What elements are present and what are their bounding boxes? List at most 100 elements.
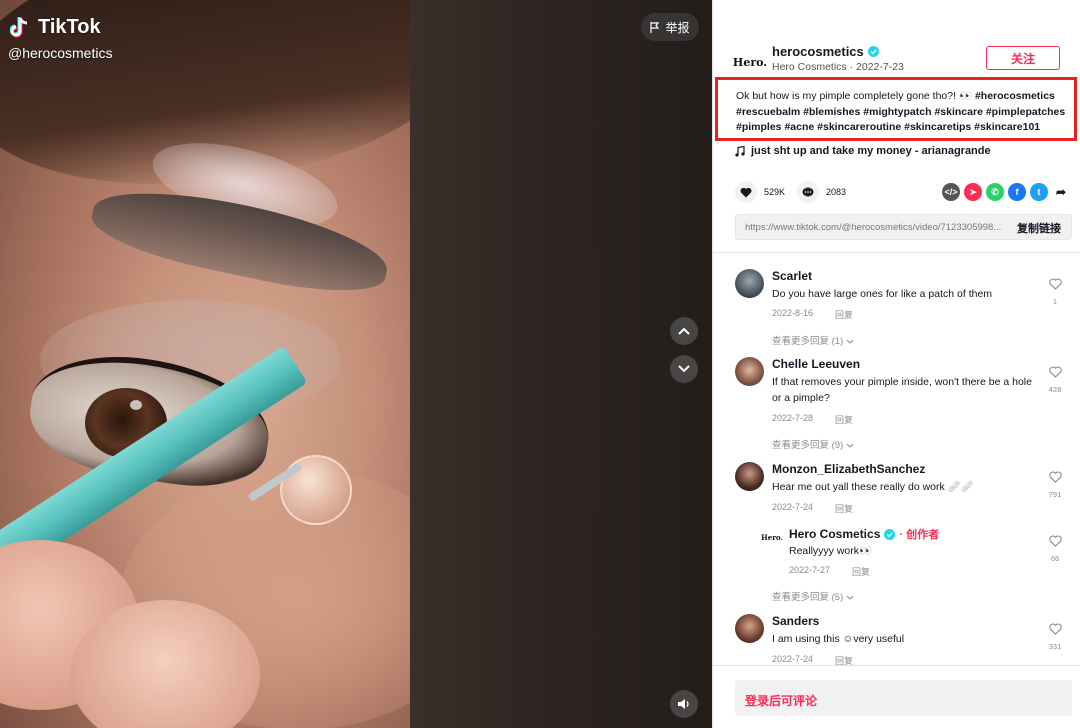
hashtag-link[interactable]: #skincaretips [904,121,971,133]
chevron-down-icon [846,443,854,448]
comment-like[interactable]: 1 [1045,277,1065,306]
comment-meta: 2022-7-28 回复 [772,413,853,426]
avatar[interactable] [735,357,764,386]
chevron-down-icon [846,595,854,600]
commenter-name[interactable]: Hero Cosmetics · 创作者 [789,526,939,542]
author-row: Hero. herocosmetics Hero Cosmetics · 202… [733,44,1070,80]
heart-outline-icon [1048,535,1062,547]
comment-date: 2022-8-16 [772,308,814,318]
author-subtitle: Hero Cosmetics · 2022-7-23 [772,61,904,73]
view-more-replies-label: 查看更多回复 (9) [772,440,844,451]
comment-like[interactable]: 331 [1045,622,1065,651]
comment-like-count: 1 [1052,297,1058,306]
avatar[interactable] [735,269,764,298]
next-video-button[interactable] [670,355,698,383]
reply-button[interactable]: 回复 [835,308,853,321]
view-more-replies-label: 查看更多回复 (1) [772,336,844,347]
author-avatar[interactable]: Hero. [733,47,767,77]
avatar[interactable] [735,614,764,643]
music-row[interactable]: just sht up and take my money - arianagr… [735,145,991,157]
hashtag-link[interactable]: #mightypatch [863,106,931,118]
report-button[interactable]: 举报 [641,13,699,41]
reply-button[interactable]: 回复 [852,565,870,578]
view-more-replies[interactable]: 查看更多回复 (1) [772,333,854,347]
comment-like[interactable]: 66 [1045,534,1065,563]
share-icons: </> ➤ ✆ f t ➦ [942,183,1070,201]
hashtag-link[interactable]: #pimples [736,121,782,133]
comment-text: Reallyyyy work👀 [789,545,873,557]
copy-link-button[interactable]: 复制链接 [1017,220,1061,236]
author-username-text: herocosmetics [772,44,864,59]
video-watermark-handle: @herocosmetics [8,45,113,61]
heart-outline-icon [1048,471,1062,483]
chevron-down-icon [678,365,690,373]
reply-button[interactable]: 回复 [835,654,853,665]
view-more-replies[interactable]: 查看更多回复 (9) [772,437,854,451]
comment-like[interactable]: 428 [1045,365,1065,394]
twitter-icon[interactable]: t [1030,183,1048,201]
comment-date: 2022-7-24 [772,654,814,664]
view-more-replies[interactable]: 查看更多回复 (5) [772,589,854,603]
music-note-icon [735,145,745,157]
hashtag-link[interactable]: #skincareroutine [817,121,901,133]
music-title: just sht up and take my money - arianagr… [751,145,991,157]
verified-badge-icon [867,46,879,57]
avatar[interactable]: Hero. [761,526,783,548]
video-player[interactable]: TikTok @herocosmetics 举报 [0,0,712,728]
volume-button[interactable] [670,690,698,718]
commenter-name[interactable]: Monzon_ElizabethSanchez [772,462,925,476]
commenter-name[interactable]: Chelle Leeuven [772,357,860,371]
comment-meta: 2022-7-24 回复 [772,502,853,515]
comment-like-count: 791 [1048,490,1062,499]
reply-button[interactable]: 回复 [835,413,853,426]
like-count: 529K [764,187,786,197]
hashtag-link[interactable]: #herocosmetics [975,90,1055,102]
comment-date: 2022-7-28 [772,413,814,423]
view-more-replies-label: 查看更多回复 (5) [772,592,844,603]
follow-button[interactable]: 关注 [986,46,1060,70]
video-caption: Ok but how is my pimple completely gone … [736,89,1074,136]
chevron-down-icon [846,339,854,344]
reply-button[interactable]: 回复 [835,502,853,515]
hashtag-link[interactable]: #pimplepatches [986,106,1065,118]
verified-badge-icon [884,528,896,540]
commenter-name[interactable]: Scarlet [772,269,812,283]
facebook-icon[interactable]: f [1008,183,1026,201]
login-to-comment-button[interactable]: 登录后可评论 [735,680,1072,716]
hashtag-link[interactable]: #skincare [934,106,982,118]
commenter-name-text: Hero Cosmetics [789,527,881,541]
video-backdrop [410,0,712,728]
embed-icon[interactable]: </> [942,183,960,201]
video-frame[interactable]: TikTok @herocosmetics [0,0,410,728]
tiktok-wordmark: TikTok [38,15,101,38]
like-stat[interactable]: 529K [735,181,785,203]
comment-like[interactable]: 791 [1045,470,1065,499]
share-arrow-icon[interactable]: ➦ [1052,183,1070,201]
comment-like-count: 66 [1050,554,1060,563]
comment-item: Scarlet Do you have large ones for like … [735,269,1075,359]
hashtag-link[interactable]: #blemishes [803,106,860,118]
comment-list[interactable]: Scarlet Do you have large ones for like … [713,253,1080,665]
comment-button[interactable] [797,181,819,203]
video-link-url[interactable]: https://www.tiktok.com/@herocosmetics/vi… [745,222,1010,233]
like-button[interactable] [735,181,757,203]
send-icon[interactable]: ➤ [964,183,982,201]
heart-outline-icon [1048,366,1062,378]
tiktok-logo: TikTok [10,14,101,40]
avatar[interactable] [735,462,764,491]
prev-video-button[interactable] [670,317,698,345]
comment-text: Do you have large ones for like a patch … [772,288,993,300]
chevron-up-icon [678,327,690,335]
comment-meta: 2022-8-16 回复 [772,308,853,321]
whatsapp-icon[interactable]: ✆ [986,183,1004,201]
hashtag-link[interactable]: #rescuebalm [736,106,800,118]
author-username[interactable]: herocosmetics [772,44,879,59]
comment-date: 2022-7-27 [789,565,831,575]
hashtag-link[interactable]: #skincare101 [974,121,1040,133]
comment-stat[interactable]: 2083 [797,181,846,203]
comment-text: I am using this ☺very useful [772,633,905,645]
hashtag-link[interactable]: #acne [784,121,814,133]
heart-icon [740,187,752,197]
video-iris-glint [130,400,142,410]
commenter-name[interactable]: Sanders [772,614,819,628]
